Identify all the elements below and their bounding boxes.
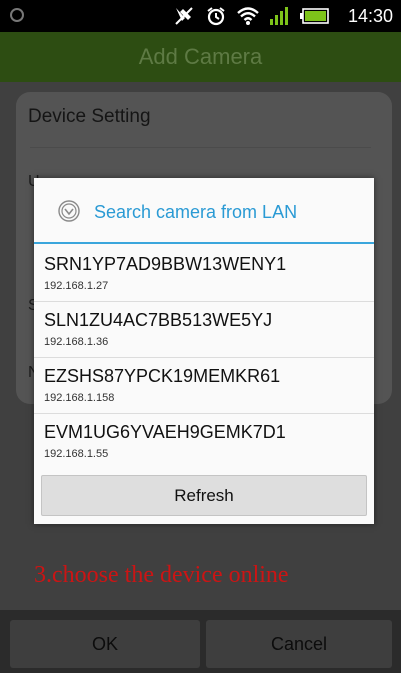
device-list: SRN1YP7AD9BBW13WENY1 192.168.1.27 SLN1ZU… xyxy=(34,246,374,470)
device-id: SLN1ZU4AC7BB513WE5YJ xyxy=(44,310,273,330)
device-ip: 192.168.1.36 xyxy=(44,336,109,348)
device-id: EZSHS87YPCK19MEMKR61 xyxy=(44,366,281,386)
search-camera-dialog: Search camera from LAN SRN1YP7AD9BBW13WE… xyxy=(34,178,374,524)
device-list-item[interactable]: EZSHS87YPCK19MEMKR61 192.168.1.158 xyxy=(34,358,374,414)
ok-button[interactable]: OK xyxy=(10,620,200,668)
instruction-text: 3.choose the device online xyxy=(34,562,289,588)
wifi-icon xyxy=(237,6,259,31)
device-id: EVM1UG6YVAEH9GEMK7D1 xyxy=(44,422,286,442)
notification-icon xyxy=(10,8,24,22)
dialog-header: Search camera from LAN xyxy=(34,178,374,242)
status-icons xyxy=(173,6,329,31)
status-bar: 14:30 xyxy=(0,0,401,32)
device-setting-title: Device Setting xyxy=(28,106,151,127)
dialog-title: Search camera from LAN xyxy=(94,202,298,222)
cancel-button[interactable]: Cancel xyxy=(206,620,392,668)
device-id: SRN1YP7AD9BBW13WENY1 xyxy=(44,254,287,274)
device-ip: 192.168.1.55 xyxy=(44,448,109,460)
device-ip: 192.168.1.158 xyxy=(44,392,115,404)
refresh-button[interactable]: Refresh xyxy=(41,475,367,516)
signal-icon xyxy=(269,6,289,31)
silent-icon xyxy=(173,6,195,31)
alarm-icon xyxy=(205,6,227,31)
search-circle-icon xyxy=(58,200,80,222)
device-ip: 192.168.1.27 xyxy=(44,280,109,292)
title-bar: Add Camera xyxy=(0,32,401,82)
device-list-item[interactable]: SLN1ZU4AC7BB513WE5YJ 192.168.1.36 xyxy=(34,302,374,358)
device-list-item[interactable]: EVM1UG6YVAEH9GEMK7D1 192.168.1.55 xyxy=(34,414,374,470)
dialog-divider xyxy=(34,242,374,244)
divider xyxy=(30,147,371,148)
clock: 14:30 xyxy=(347,6,393,26)
device-list-item[interactable]: SRN1YP7AD9BBW13WENY1 192.168.1.27 xyxy=(34,246,374,302)
page-title: Add Camera xyxy=(138,44,263,69)
battery-icon xyxy=(299,7,329,30)
